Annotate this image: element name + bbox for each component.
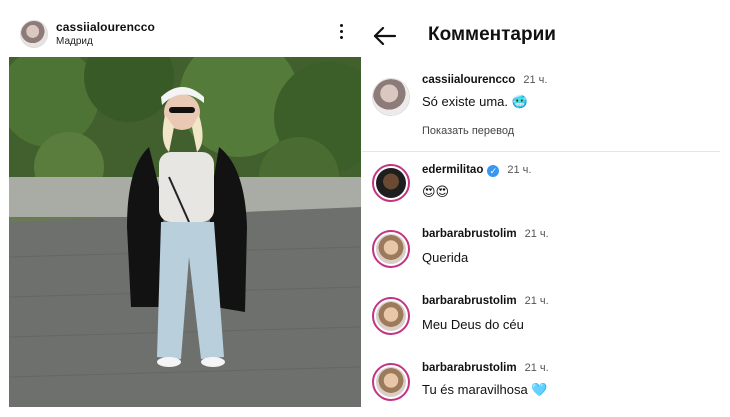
- comment-time: 21 ч.: [523, 74, 548, 86]
- comment-time: 21 ч.: [524, 228, 549, 240]
- comment-username[interactable]: edermilitao ✓ 21 ч.: [422, 164, 531, 177]
- avatar[interactable]: [372, 363, 410, 401]
- post-author-username[interactable]: cassiialourencco: [56, 20, 155, 34]
- avatar[interactable]: [372, 230, 410, 268]
- divider: [362, 151, 720, 152]
- comment-username-text[interactable]: barbarabrustolim: [422, 362, 517, 374]
- comment-time: 21 ч.: [524, 362, 549, 374]
- comment-username[interactable]: barbarabrustolim 21 ч.: [422, 295, 549, 307]
- comment-text: Querida: [422, 250, 469, 265]
- comment-time: 21 ч.: [524, 295, 549, 307]
- comment-username[interactable]: barbarabrustolim 21 ч.: [422, 362, 549, 374]
- comment-username-text[interactable]: barbarabrustolim: [422, 228, 517, 240]
- comment-text: Só existe uma. 🥶: [422, 94, 528, 109]
- comment-username[interactable]: barbarabrustolim 21 ч.: [422, 228, 549, 240]
- post-panel: cassiialourencco Мадрид: [0, 0, 362, 417]
- post-photo-illustration: [9, 57, 361, 407]
- show-translation-link[interactable]: Показать перевод: [422, 125, 514, 137]
- avatar[interactable]: [372, 164, 410, 202]
- comment-text: 😍😍: [422, 184, 450, 199]
- verified-badge-icon: ✓: [487, 165, 500, 177]
- post-header: cassiialourencco Мадрид: [0, 0, 362, 56]
- comment-username-text[interactable]: edermilitao: [422, 164, 483, 176]
- more-vertical-icon[interactable]: [336, 24, 346, 42]
- comment-item: barbarabrustolim 21 ч. Tu és maravilhosa …: [362, 360, 730, 417]
- comments-panel: Комментарии cassiialourencco 21 ч. Só exi…: [362, 0, 730, 417]
- arrow-left-icon[interactable]: [372, 24, 398, 48]
- comment-username-text[interactable]: barbarabrustolim: [422, 295, 517, 307]
- post-location[interactable]: Мадрид: [56, 36, 93, 47]
- post-photo[interactable]: [9, 57, 361, 407]
- page-title: Комментарии: [428, 24, 556, 45]
- comment-text: Tu és maravilhosa 🩵: [422, 382, 548, 397]
- avatar[interactable]: [372, 78, 410, 116]
- comment-item: barbarabrustolim 21 ч. Querida: [362, 228, 730, 288]
- comment-item: cassiialourencco 21 ч. Só existe uma. 🥶 П…: [362, 70, 730, 150]
- post-author-avatar[interactable]: [20, 20, 48, 48]
- comment-item: barbarabrustolim 21 ч. Meu Deus do céu: [362, 295, 730, 355]
- comment-text: Meu Deus do céu: [422, 317, 524, 332]
- comment-username[interactable]: cassiialourencco 21 ч.: [422, 74, 547, 86]
- comment-username-text[interactable]: cassiialourencco: [422, 74, 515, 86]
- comment-time: 21 ч.: [507, 164, 532, 176]
- avatar[interactable]: [372, 297, 410, 335]
- comment-item: edermilitao ✓ 21 ч. 😍😍: [362, 160, 730, 220]
